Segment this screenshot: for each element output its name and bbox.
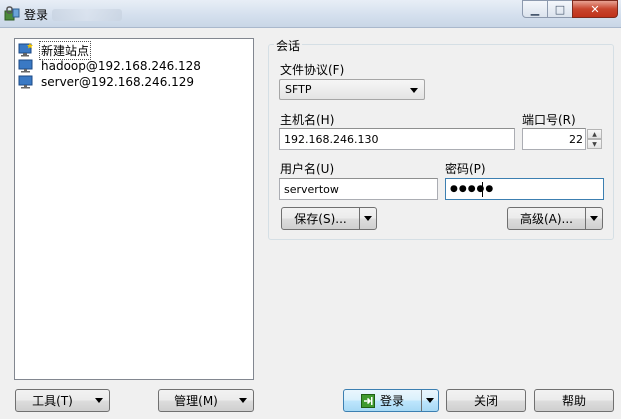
save-label: 保存(S)...: [294, 212, 347, 226]
user-label: 用户名(U): [280, 162, 335, 176]
save-button[interactable]: 保存(S)...: [281, 207, 377, 230]
password-input[interactable]: ●●●●●: [445, 178, 604, 200]
chevron-down-icon: [410, 88, 418, 93]
login-label: 登录: [379, 394, 404, 408]
site-item-new[interactable]: 新建站点: [18, 40, 92, 60]
host-label: 主机名(H): [280, 113, 335, 127]
advanced-button[interactable]: 高级(A)...: [507, 207, 603, 230]
port-label: 端口号(R): [522, 113, 576, 127]
help-button[interactable]: 帮助: [534, 389, 614, 412]
login-icon: [360, 393, 375, 408]
spin-down-icon[interactable]: ▼: [587, 139, 602, 149]
login-dropdown-arrow[interactable]: [422, 398, 438, 403]
chevron-down-icon: [426, 398, 434, 403]
site-label: hadoop@192.168.246.128: [41, 59, 201, 73]
port-input[interactable]: [522, 128, 586, 150]
advanced-label: 高级(A)...: [519, 212, 574, 226]
host-input[interactable]: [279, 128, 515, 150]
monitor-icon: [18, 59, 33, 73]
window-controls: ▁ □ ✕: [522, 0, 618, 18]
close-window-button[interactable]: ✕: [572, 0, 618, 18]
advanced-dropdown-arrow[interactable]: [586, 216, 602, 221]
manage-label: 管理(M): [174, 394, 218, 408]
tools-button[interactable]: 工具(T): [15, 389, 110, 412]
chevron-down-icon: [95, 398, 103, 403]
site-item-server[interactable]: server@192.168.246.129: [18, 74, 196, 90]
maximize-icon: □: [554, 2, 566, 16]
title-bar: 登录 ▁ □ ✕: [0, 0, 621, 28]
protocol-label: 文件协议(F): [280, 63, 345, 77]
close-label: 关闭: [473, 394, 498, 408]
close-button[interactable]: 关闭: [446, 389, 526, 412]
maximize-button[interactable]: □: [547, 0, 573, 18]
site-label: server@192.168.246.129: [41, 75, 195, 89]
blurred-title-region: [52, 9, 122, 21]
user-input[interactable]: [279, 178, 438, 200]
close-icon: ✕: [590, 2, 600, 16]
protocol-value: SFTP: [285, 83, 312, 96]
password-label: 密码(P): [445, 162, 486, 176]
port-stepper[interactable]: ▲ ▼: [587, 129, 602, 149]
minimize-icon: ▁: [530, 2, 540, 16]
monitor-icon: [18, 75, 33, 89]
spin-up-icon[interactable]: ▲: [587, 129, 602, 139]
site-label: 新建站点: [39, 40, 92, 60]
chevron-down-icon: [364, 216, 372, 221]
session-group-title: 会话: [274, 37, 303, 54]
help-label: 帮助: [561, 394, 586, 408]
text-caret: [482, 182, 483, 197]
app-icon: [4, 6, 20, 21]
site-list[interactable]: 新建站点 hadoop@192.168.246.128 server@192.1…: [14, 38, 254, 380]
password-mask: ●●●●●: [450, 184, 495, 194]
tools-label: 工具(T): [32, 394, 73, 408]
new-site-icon: [18, 43, 33, 57]
chevron-down-icon: [590, 216, 598, 221]
manage-button[interactable]: 管理(M): [158, 389, 254, 412]
chevron-down-icon: [239, 398, 247, 403]
site-item-hadoop[interactable]: hadoop@192.168.246.128: [18, 58, 203, 74]
window-title: 登录: [24, 8, 49, 22]
minimize-button[interactable]: ▁: [522, 0, 548, 18]
save-dropdown-arrow[interactable]: [360, 216, 376, 221]
protocol-select[interactable]: SFTP: [279, 79, 425, 100]
login-button[interactable]: 登录: [343, 389, 439, 412]
